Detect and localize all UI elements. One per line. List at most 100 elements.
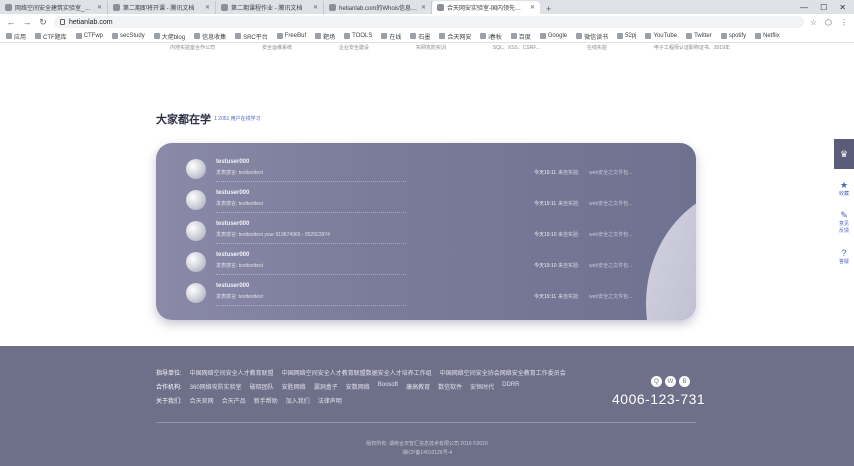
bookmark-icon	[194, 33, 201, 39]
bookmark-item[interactable]: 应用	[6, 32, 26, 41]
menu-icon[interactable]: ⋮	[840, 18, 848, 27]
bookmark-item[interactable]: CTFwp	[75, 33, 103, 39]
extensions-icon[interactable]: ⬡	[825, 18, 832, 27]
partner-link[interactable]: 康高教育	[406, 382, 430, 391]
bookmark-icon	[112, 33, 119, 39]
lab-label: 来自实验:	[558, 263, 580, 269]
learner-row[interactable]: testuser000 发表感言: testtesttest 今天19:11 来自实验…	[186, 155, 666, 185]
learner-name[interactable]: testuser000	[216, 283, 249, 289]
learner-row[interactable]: testuser000 发表感言: testtesttest 今天19:11 来自实验…	[186, 279, 666, 309]
bookmark-item[interactable]: 大佬blog	[153, 32, 185, 41]
sidebar-item[interactable]: ★ 收藏	[834, 173, 854, 203]
learner-name[interactable]: testuser000	[216, 221, 249, 227]
partner-link[interactable]: 破晓团队	[250, 382, 274, 391]
browser-tab[interactable]: 第二期课程作业 - 腾讯文档 ✕	[216, 1, 324, 14]
bookmark-label: FreeBuf	[284, 33, 307, 39]
partner-link[interactable]: 安数网络	[346, 382, 370, 391]
tab-close-icon[interactable]: ✕	[313, 4, 318, 11]
bookmark-item[interactable]: 合天网安	[439, 32, 471, 41]
bookmark-item[interactable]: Google	[539, 33, 567, 39]
bookmark-item[interactable]: 石墨	[410, 32, 430, 41]
bookmark-item[interactable]: secStudy	[112, 33, 145, 39]
tab-close-icon[interactable]: ✕	[421, 4, 426, 11]
address-bar[interactable]: hetianlab.com	[54, 16, 804, 28]
bookmark-icon	[35, 33, 42, 39]
bookmark-label: Twitter	[694, 33, 712, 39]
lab-name[interactable]: web安全之文件包...	[589, 169, 632, 176]
bookmark-item[interactable]: 52pj	[617, 33, 636, 39]
about-link[interactable]: 合天官网	[190, 396, 214, 405]
sidebar-item[interactable]: ♛	[834, 139, 854, 169]
learner-row[interactable]: testuser000 发表感言: testtesttest 今天19:10 来自实验…	[186, 248, 666, 278]
crown-icon: ♛	[839, 149, 849, 159]
bookmark-item[interactable]: SRC平台	[235, 32, 268, 41]
bookmark-item[interactable]: FreeBuf	[276, 33, 307, 39]
lab-name[interactable]: web安全之文件包...	[589, 231, 632, 238]
tab-close-icon[interactable]: ✕	[97, 4, 102, 11]
learner-comment: 发表感言: testtesttest	[216, 170, 263, 176]
about-link[interactable]: 新手帮助	[254, 396, 278, 405]
guide-link[interactable]: 中国网络空间安全人才教育联盟	[190, 368, 274, 377]
forward-icon[interactable]: →	[22, 17, 32, 27]
sidebar-label: 意见 反馈	[838, 221, 849, 234]
new-tab-icon[interactable]: +	[540, 4, 557, 14]
icp-number[interactable]: 湘ICP备14010126号-4	[0, 449, 854, 456]
partner-caption: 安全运维系统	[261, 45, 292, 51]
sidebar-item[interactable]: ✎ 意见 反馈	[834, 207, 854, 237]
lab-name[interactable]: web安全之文件包...	[589, 293, 632, 300]
bookmark-item[interactable]: Twitter	[686, 33, 712, 39]
bookmark-item[interactable]: 在线	[381, 32, 401, 41]
partner-caption: 内地实验室合作公司	[170, 45, 216, 51]
bookmark-star-icon[interactable]: ☆	[810, 18, 817, 27]
browser-tab[interactable]: hetianlab.com的Whois信息 - S... ✕	[324, 1, 432, 14]
lab-name[interactable]: web安全之文件包...	[589, 262, 632, 269]
window-controls[interactable]: — ☐ ✕	[792, 3, 854, 12]
weibo-icon[interactable]: B	[679, 376, 690, 387]
guide-link[interactable]: 中国网络空间安全人才教育联盟数据安全人才培养工作组	[282, 368, 432, 377]
about-link[interactable]: 合天产品	[222, 396, 246, 405]
bookmark-label: 石墨	[418, 34, 431, 41]
learner-name[interactable]: testuser000	[216, 159, 249, 165]
partner-link[interactable]: 数信软件	[438, 382, 462, 391]
bookmark-item[interactable]: 微信读书	[576, 32, 608, 41]
bookmark-item[interactable]: 百度	[510, 32, 531, 41]
tab-close-icon[interactable]: ✕	[530, 4, 535, 11]
partner-link[interactable]: 漏洞盒子	[314, 382, 338, 391]
browser-tab[interactable]: 第二期即将开课 - 腾讯文档 ✕	[108, 1, 216, 14]
reload-icon[interactable]: ↻	[38, 17, 48, 28]
browser-tab[interactable]: 合天网安实验室-国内领先的MOOC...✕	[432, 1, 540, 14]
bookmark-icon	[576, 33, 583, 39]
sidebar-item[interactable]: ? 答疑	[834, 241, 854, 271]
back-icon[interactable]: ←	[6, 17, 16, 27]
star-icon: ★	[839, 179, 849, 190]
qq-icon[interactable]: Q	[651, 376, 662, 387]
tab-favicon-icon	[221, 4, 228, 11]
bookmark-icon	[276, 33, 283, 39]
lab-name[interactable]: web安全之文件包...	[589, 200, 632, 207]
wechat-icon[interactable]: W	[665, 376, 676, 387]
browser-tab[interactable]: 网络空间安全建筑实验室_网络... ✕	[0, 1, 108, 14]
about-link[interactable]: 法律声明	[318, 396, 342, 405]
bookmark-item[interactable]: 靶场	[315, 32, 335, 41]
partner-link[interactable]: 安恒时代	[470, 382, 494, 391]
partner-link[interactable]: Boosoft	[378, 382, 398, 391]
partner-link[interactable]: 360网络攻防实验室	[190, 382, 242, 391]
learner-row[interactable]: testuser000 发表感言: testtesttest your 91987…	[186, 217, 666, 247]
bookmark-item[interactable]: i春秋	[480, 32, 502, 41]
bookmark-item[interactable]: spotify	[720, 33, 746, 39]
bookmark-item[interactable]: CTF题库	[35, 32, 67, 41]
guide-link[interactable]: 中国网络空间安全协会网络安全教育工作委员会	[440, 368, 566, 377]
learner-name[interactable]: testuser000	[216, 252, 249, 258]
lab-label: 来自实验:	[558, 232, 580, 238]
about-link[interactable]: 加入我们	[286, 396, 310, 405]
bookmark-item[interactable]: YouTube	[645, 33, 677, 39]
tab-close-icon[interactable]: ✕	[205, 4, 210, 11]
lab-label: 来自实验:	[558, 170, 580, 176]
learner-name[interactable]: testuser000	[216, 190, 249, 196]
partner-link[interactable]: DDRR	[502, 382, 519, 391]
bookmark-item[interactable]: 信息收集	[194, 32, 226, 41]
partner-link[interactable]: 安胜网络	[282, 382, 306, 391]
bookmark-item[interactable]: Netflix	[755, 33, 780, 39]
learner-row[interactable]: testuser000 发表感言: testtesttest 今天19:11 来自实验…	[186, 186, 666, 216]
bookmark-item[interactable]: TOOLS	[344, 33, 372, 39]
